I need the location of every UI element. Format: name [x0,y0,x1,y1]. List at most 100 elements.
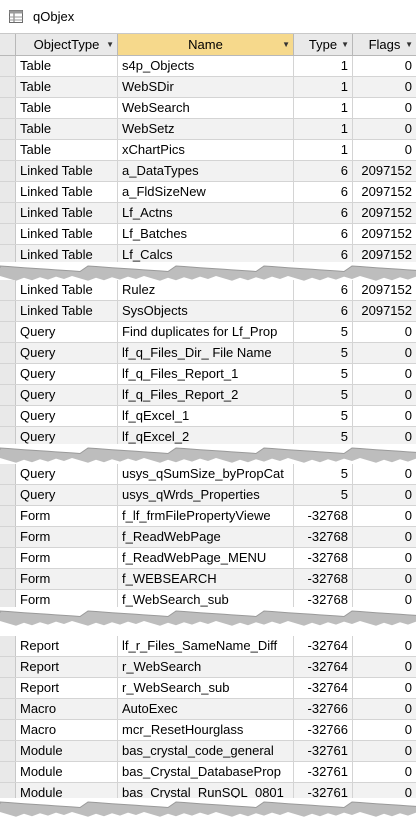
column-header-objecttype[interactable]: ObjectType ▼ [16,34,118,55]
table-row[interactable]: Module bas_crystal_code_general -32761 0 [0,741,416,762]
cell-type[interactable]: -32761 [294,741,353,761]
table-row[interactable]: Module bas_Crystal_DatabaseProp -32761 0 [0,762,416,783]
cell-name[interactable]: Lf_Batches [118,224,294,244]
cell-flags[interactable]: 2097152 [353,203,416,223]
table-row[interactable]: Report lf_r_Files_SameName_Diff -32764 0 [0,636,416,657]
cell-flags[interactable]: 2097152 [353,182,416,202]
table-row[interactable]: Linked Table Rulez 6 2097152 [0,280,416,301]
cell-name[interactable]: lf_r_Files_SameName_Diff [118,636,294,656]
table-row[interactable]: Table xChartPics 1 0 [0,140,416,161]
cell-type[interactable]: 6 [294,301,353,321]
cell-objecttype[interactable]: Query [16,485,118,505]
cell-flags[interactable]: 0 [353,636,416,656]
cell-type[interactable]: 6 [294,203,353,223]
cell-objecttype[interactable]: Form [16,506,118,526]
table-row[interactable]: Linked Table a_DataTypes 6 2097152 [0,161,416,182]
cell-type[interactable]: 1 [294,77,353,97]
cell-type[interactable]: -32768 [294,527,353,547]
cell-name[interactable]: Find duplicates for Lf_Prop [118,322,294,342]
sort-dropdown-icon[interactable]: ▼ [106,34,114,55]
cell-type[interactable]: -32764 [294,636,353,656]
cell-flags[interactable]: 0 [353,140,416,160]
row-selector[interactable] [0,98,16,118]
table-row[interactable]: Linked Table Lf_Batches 6 2097152 [0,224,416,245]
cell-flags[interactable]: 0 [353,720,416,740]
table-row[interactable]: Query usys_qSumSize_byPropCat 5 0 [0,464,416,485]
cell-objecttype[interactable]: Report [16,636,118,656]
table-row[interactable]: Form f_lf_frmFilePropertyViewe -32768 0 [0,506,416,527]
cell-name[interactable]: bas_Crystal_DatabaseProp [118,762,294,782]
cell-flags[interactable]: 0 [353,699,416,719]
cell-name[interactable]: r_WebSearch_sub [118,678,294,698]
cell-name[interactable]: lf_qExcel_1 [118,406,294,426]
cell-type[interactable]: 1 [294,140,353,160]
cell-type[interactable]: 5 [294,343,353,363]
cell-objecttype[interactable]: Table [16,140,118,160]
table-row[interactable]: Query Find duplicates for Lf_Prop 5 0 [0,322,416,343]
row-selector[interactable] [0,678,16,698]
cell-objecttype[interactable]: Report [16,657,118,677]
cell-flags[interactable]: 0 [353,77,416,97]
cell-type[interactable]: 5 [294,464,353,484]
cell-objecttype[interactable]: Table [16,56,118,76]
cell-objecttype[interactable]: Module [16,762,118,782]
cell-objecttype[interactable]: Query [16,322,118,342]
cell-objecttype[interactable]: Report [16,678,118,698]
cell-flags[interactable]: 0 [353,406,416,426]
cell-flags[interactable]: 0 [353,322,416,342]
cell-objecttype[interactable]: Linked Table [16,203,118,223]
cell-type[interactable]: 5 [294,364,353,384]
cell-type[interactable]: -32768 [294,569,353,589]
cell-objecttype[interactable]: Linked Table [16,280,118,300]
table-row[interactable]: Query lf_qExcel_1 5 0 [0,406,416,427]
cell-objecttype[interactable]: Query [16,464,118,484]
cell-objecttype[interactable]: Query [16,343,118,363]
cell-name[interactable]: lf_q_Files_Report_2 [118,385,294,405]
row-selector[interactable] [0,762,16,782]
cell-objecttype[interactable]: Macro [16,699,118,719]
cell-objecttype[interactable]: Query [16,406,118,426]
table-row[interactable]: Form f_ReadWebPage_MENU -32768 0 [0,548,416,569]
cell-name[interactable]: f_WEBSEARCH [118,569,294,589]
cell-name[interactable]: mcr_ResetHourglass [118,720,294,740]
cell-type[interactable]: 5 [294,406,353,426]
cell-objecttype[interactable]: Linked Table [16,161,118,181]
cell-flags[interactable]: 2097152 [353,301,416,321]
row-selector[interactable] [0,385,16,405]
table-row[interactable]: Form f_WEBSEARCH -32768 0 [0,569,416,590]
select-all-corner[interactable] [0,34,16,55]
table-row[interactable]: Query usys_qWrds_Properties 5 0 [0,485,416,506]
row-selector[interactable] [0,203,16,223]
row-selector[interactable] [0,406,16,426]
row-selector[interactable] [0,140,16,160]
table-row[interactable]: Macro mcr_ResetHourglass -32766 0 [0,720,416,741]
cell-type[interactable]: 6 [294,161,353,181]
cell-type[interactable]: 6 [294,280,353,300]
cell-name[interactable]: lf_q_Files_Dir_ File Name [118,343,294,363]
cell-name[interactable]: WebSearch [118,98,294,118]
row-selector[interactable] [0,569,16,589]
cell-type[interactable]: -32768 [294,506,353,526]
cell-objecttype[interactable]: Module [16,741,118,761]
sort-dropdown-icon[interactable]: ▼ [341,34,349,55]
row-selector[interactable] [0,343,16,363]
cell-name[interactable]: f_ReadWebPage [118,527,294,547]
cell-type[interactable]: 5 [294,485,353,505]
cell-flags[interactable]: 0 [353,56,416,76]
cell-flags[interactable]: 0 [353,548,416,568]
row-selector[interactable] [0,485,16,505]
cell-flags[interactable]: 0 [353,343,416,363]
row-selector[interactable] [0,301,16,321]
cell-flags[interactable]: 0 [353,569,416,589]
row-selector[interactable] [0,224,16,244]
row-selector[interactable] [0,657,16,677]
cell-flags[interactable]: 0 [353,485,416,505]
cell-objecttype[interactable]: Table [16,98,118,118]
cell-flags[interactable]: 0 [353,506,416,526]
row-selector[interactable] [0,77,16,97]
cell-flags[interactable]: 0 [353,762,416,782]
cell-type[interactable]: -32768 [294,548,353,568]
table-row[interactable]: Query lf_q_Files_Report_2 5 0 [0,385,416,406]
cell-type[interactable]: 5 [294,385,353,405]
column-header-name[interactable]: Name ▼ [118,34,294,55]
